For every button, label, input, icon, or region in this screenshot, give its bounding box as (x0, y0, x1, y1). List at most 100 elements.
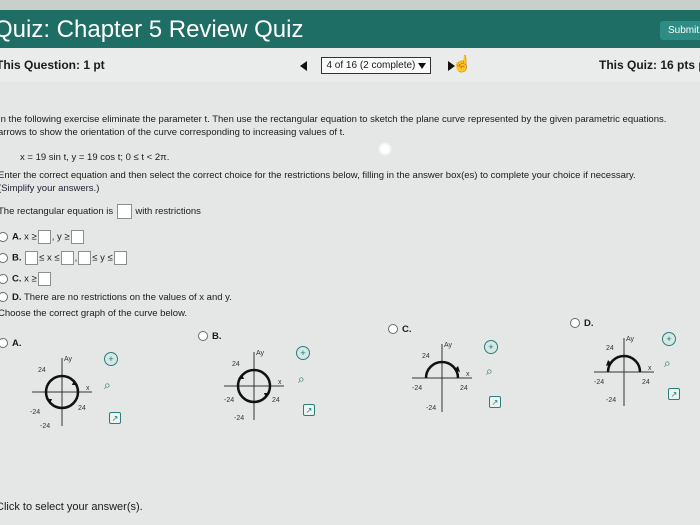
hand-cursor-icon: ☝ (452, 56, 472, 73)
graph-d-option[interactable]: D. (570, 318, 594, 329)
graph-b-neg-y-tick: -24 (234, 415, 244, 422)
choice-a-radio[interactable] (0, 232, 8, 242)
graph-c-x-label: x (466, 371, 470, 378)
screen-glare (378, 142, 392, 156)
graph-a-label: A. (12, 338, 22, 349)
graph-b-zoom-in-icon[interactable]: + (296, 346, 310, 360)
choice-b-y-text: ≤ y ≤ (92, 252, 113, 264)
graph-d-radio[interactable] (570, 318, 580, 329)
graph-d-zoom-out-icon[interactable]: ⌕ (664, 356, 671, 371)
browser-top-band (0, 0, 700, 10)
rectangular-equation-input[interactable] (116, 204, 132, 219)
choice-a-x-text: x ≥ (24, 231, 37, 243)
choice-d-row[interactable]: D. There are no restrictions on the valu… (0, 292, 232, 303)
rect-eq-suffix: with restrictions (135, 206, 201, 218)
graph-prompt: Choose the correct graph of the curve be… (0, 308, 188, 319)
quiz-title: Quiz: Chapter 5 Review Quiz (0, 16, 304, 43)
choice-a-x-input[interactable] (37, 230, 51, 244)
graph-c[interactable]: 24 Ay x -24 24 -24 (410, 338, 474, 414)
choice-b-y-min-input[interactable] (78, 251, 92, 265)
graph-c-option[interactable]: C. (388, 324, 412, 335)
choice-c-row[interactable]: C. x ≥ (0, 272, 52, 286)
graph-b-x-label: x (278, 379, 282, 386)
choice-b-x-text: ≤ x ≤ (39, 252, 60, 264)
graph-b-y-tick: 24 (232, 361, 240, 368)
graph-b-open-external-icon[interactable]: ↗ (303, 404, 315, 416)
graph-a-x-tick: 24 (78, 405, 86, 412)
graph-a-x-label: x (86, 385, 90, 392)
choice-a-y-text: , y ≥ (51, 231, 70, 243)
choice-d-radio[interactable] (0, 292, 8, 303)
quiz-title-bar: Quiz: Chapter 5 Review Quiz Submit (0, 10, 700, 48)
graph-c-y-label: Ay (444, 342, 453, 349)
graph-b-option[interactable]: B. (198, 331, 222, 342)
rectangular-equation-row: The rectangular equation is with restric… (0, 204, 201, 219)
graph-a-zoom-out-icon[interactable]: ⌕ (104, 378, 111, 393)
graph-c-open-external-icon[interactable]: ↗ (489, 396, 501, 408)
choice-c-x-text: x ≥ (24, 273, 37, 285)
graph-b-zoom-out-icon[interactable]: ⌕ (298, 372, 305, 387)
simplify-note: (Simplify your answers.) (0, 183, 100, 194)
graph-d-x-tick: 24 (642, 379, 650, 386)
graph-d-neg-x-tick: -24 (594, 379, 604, 386)
graph-b[interactable]: 24 Ay x -24 24 -24 (222, 346, 286, 422)
graph-d-zoom-in-icon[interactable]: + (662, 332, 676, 346)
graph-b-radio[interactable] (198, 331, 208, 342)
graph-c-zoom-out-icon[interactable]: ⌕ (486, 364, 493, 379)
question-navigator: 4 of 16 (2 complete) (300, 57, 455, 75)
choice-a-row[interactable]: A. x ≥ , y ≥ (0, 230, 85, 244)
choice-d-text: There are no restrictions on the values … (23, 292, 232, 303)
footer-instruction: Click to select your answer(s). (0, 501, 143, 513)
choice-a-label: A. (12, 231, 22, 243)
parametric-equations: x = 19 sin t, y = 19 cos t; 0 ≤ t < 2π. (20, 152, 170, 163)
question-select[interactable]: 4 of 16 (2 complete) (321, 57, 432, 75)
graph-a-neg-y-tick: -24 (40, 423, 50, 428)
graph-d[interactable]: 24 Ay x -24 24 -24 (592, 332, 656, 408)
choice-b-y-max-input[interactable] (113, 251, 127, 265)
this-quiz-points: This Quiz: 16 pts po (599, 58, 700, 72)
graph-c-y-tick: 24 (422, 353, 430, 360)
choice-b-x-max-input[interactable] (60, 251, 74, 265)
graph-c-radio[interactable] (388, 324, 398, 335)
graph-d-open-external-icon[interactable]: ↗ (668, 388, 680, 400)
this-question-points: This Question: 1 pt (0, 58, 105, 72)
graph-c-neg-y-tick: -24 (426, 405, 436, 412)
graph-a-zoom-in-icon[interactable]: + (104, 352, 118, 366)
choice-a-y-input[interactable] (70, 230, 84, 244)
choice-b-row[interactable]: B. ≤ x ≤, ≤ y ≤ (0, 251, 128, 265)
graph-d-y-tick: 24 (606, 345, 614, 352)
graph-d-x-label: x (648, 365, 652, 372)
dropdown-arrow-icon (418, 62, 427, 69)
submit-button[interactable]: Submit (660, 21, 700, 40)
graph-a-radio[interactable] (0, 338, 8, 349)
question-progress: 4 of 16 (2 complete) (326, 60, 416, 72)
choice-c-x-input[interactable] (37, 272, 51, 286)
graph-d-neg-y-tick: -24 (606, 397, 616, 404)
previous-question-icon[interactable] (300, 60, 307, 71)
graph-a-option[interactable]: A. (0, 338, 22, 349)
question-info-bar: This Question: 1 pt 4 of 16 (2 complete)… (0, 48, 700, 83)
instruction-line-2: arrows to show the orientation of the cu… (0, 127, 345, 138)
graph-b-label: B. (212, 331, 222, 342)
instruction-line-1: In the following exercise eliminate the … (0, 114, 667, 125)
graph-c-x-tick: 24 (460, 385, 468, 392)
choice-b-label: B. (12, 252, 22, 264)
graph-b-x-tick: 24 (272, 397, 280, 404)
graph-c-neg-x-tick: -24 (412, 385, 422, 392)
graph-a[interactable]: 24 Ay x -24 24 -24 (30, 352, 94, 428)
graph-d-y-label: Ay (626, 336, 635, 343)
question-content (0, 82, 700, 525)
graph-c-label: C. (402, 324, 412, 335)
graph-a-neg-x-tick: -24 (30, 409, 40, 416)
graph-a-open-external-icon[interactable]: ↗ (109, 412, 121, 424)
choice-d-label: D. (12, 292, 22, 303)
choice-c-radio[interactable] (0, 274, 8, 284)
graph-a-y-label: Ay (64, 356, 73, 363)
graph-c-zoom-in-icon[interactable]: + (484, 340, 498, 354)
graph-a-y-tick: 24 (38, 367, 46, 374)
choice-c-label: C. (12, 273, 22, 285)
choice-b-radio[interactable] (0, 253, 8, 263)
graph-d-label: D. (584, 318, 594, 329)
choice-b-x-min-input[interactable] (25, 251, 39, 265)
rect-eq-prefix: The rectangular equation is (0, 206, 114, 218)
